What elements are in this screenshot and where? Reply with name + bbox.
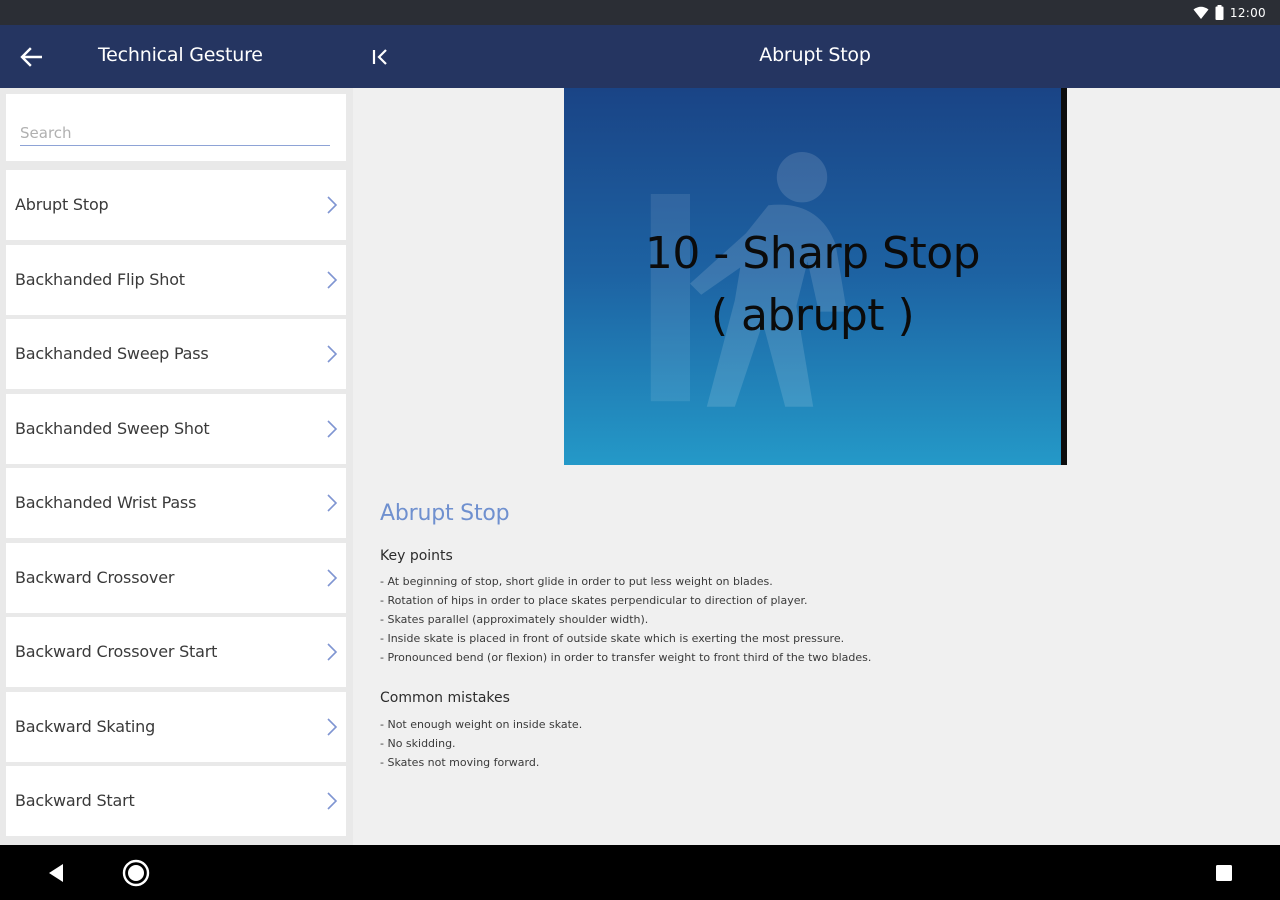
chevron-right-icon	[327, 494, 338, 512]
key-point: - At beginning of stop, short glide in o…	[380, 575, 773, 588]
status-time: 12:00	[1229, 5, 1266, 20]
nav-home-icon	[122, 859, 150, 887]
video-title-line2: ( abrupt )	[710, 290, 915, 341]
nav-back-button[interactable]	[40, 857, 72, 889]
detail-page-title: Abrupt Stop	[759, 44, 871, 66]
arrow-left-icon	[20, 47, 42, 67]
chevron-right-icon	[327, 792, 338, 810]
list-item[interactable]: Abrupt Stop	[6, 170, 346, 240]
chevron-right-icon	[327, 718, 338, 736]
wifi-icon	[1193, 6, 1209, 19]
list-item[interactable]: Backward Crossover	[6, 543, 346, 613]
chevron-right-icon	[327, 420, 338, 438]
list-item-label: Backward Crossover Start	[15, 642, 218, 661]
search-card	[6, 94, 346, 161]
chevron-right-icon	[327, 569, 338, 587]
list-title: Technical Gesture	[98, 44, 263, 66]
chevron-right-icon	[327, 196, 338, 214]
list-item-label: Abrupt Stop	[15, 195, 109, 214]
battery-icon	[1215, 5, 1224, 20]
gesture-list-panel: Abrupt Stop Backhanded Flip Shot Backhan…	[0, 88, 353, 845]
status-bar: 12:00	[0, 0, 1280, 25]
status-icons: 12:00	[1193, 4, 1266, 21]
mistake-item: - Not enough weight on inside skate.	[380, 718, 583, 731]
chevron-right-icon	[327, 345, 338, 363]
nav-back-icon	[49, 864, 63, 882]
key-points-list: - At beginning of stop, short glide in o…	[380, 572, 871, 667]
list-item-label: Backhanded Sweep Shot	[15, 419, 210, 438]
system-nav-bar	[0, 845, 1280, 900]
collapse-panel-icon	[372, 49, 387, 65]
list-item-label: Backward Skating	[15, 717, 156, 736]
list-item[interactable]: Backhanded Sweep Pass	[6, 319, 346, 389]
mistake-item: - Skates not moving forward.	[380, 756, 540, 769]
list-item-label: Backhanded Sweep Pass	[15, 344, 209, 363]
chevron-right-icon	[327, 271, 338, 289]
list-item[interactable]: Backhanded Sweep Shot	[6, 394, 346, 464]
video-title-line1: 10 - Sharp Stop	[644, 228, 981, 279]
list-item-label: Backhanded Wrist Pass	[15, 493, 197, 512]
key-points-heading: Key points	[380, 548, 453, 564]
app-bar: Technical Gesture Abrupt Stop	[0, 25, 1280, 88]
common-mistakes-list: - Not enough weight on inside skate. - N…	[380, 715, 582, 772]
key-point: - Rotation of hips in order to place ska…	[380, 594, 808, 607]
nav-recents-button[interactable]	[1208, 857, 1240, 889]
chevron-right-icon	[327, 643, 338, 661]
list-item[interactable]: Backward Skating	[6, 692, 346, 762]
gesture-title: Abrupt Stop	[380, 501, 510, 526]
mistake-item: - No skidding.	[380, 737, 456, 750]
list-item-label: Backward Start	[15, 791, 135, 810]
list-item-label: Backhanded Flip Shot	[15, 270, 185, 289]
nav-home-button[interactable]	[120, 857, 152, 889]
list-item-label: Backward Crossover	[15, 568, 175, 587]
nav-recents-icon	[1216, 865, 1232, 881]
collapse-panel-button[interactable]	[366, 43, 394, 71]
key-point: - Pronounced bend (or flexion) in order …	[380, 651, 872, 664]
key-point: - Inside skate is placed in front of out…	[380, 632, 845, 645]
video-edge	[1061, 88, 1067, 465]
key-point: - Skates parallel (approximately shoulde…	[380, 613, 649, 626]
video-player[interactable]: 10 - Sharp Stop ( abrupt )	[564, 88, 1067, 465]
list-item[interactable]: Backward Start	[6, 766, 346, 836]
list-item[interactable]: Backhanded Flip Shot	[6, 245, 346, 315]
list-item[interactable]: Backhanded Wrist Pass	[6, 468, 346, 538]
back-button[interactable]	[14, 41, 48, 73]
common-mistakes-heading: Common mistakes	[380, 690, 510, 706]
search-input[interactable]	[20, 116, 330, 146]
list-item[interactable]: Backward Crossover Start	[6, 617, 346, 687]
detail-panel: 10 - Sharp Stop ( abrupt ) Abrupt Stop K…	[353, 88, 1280, 845]
